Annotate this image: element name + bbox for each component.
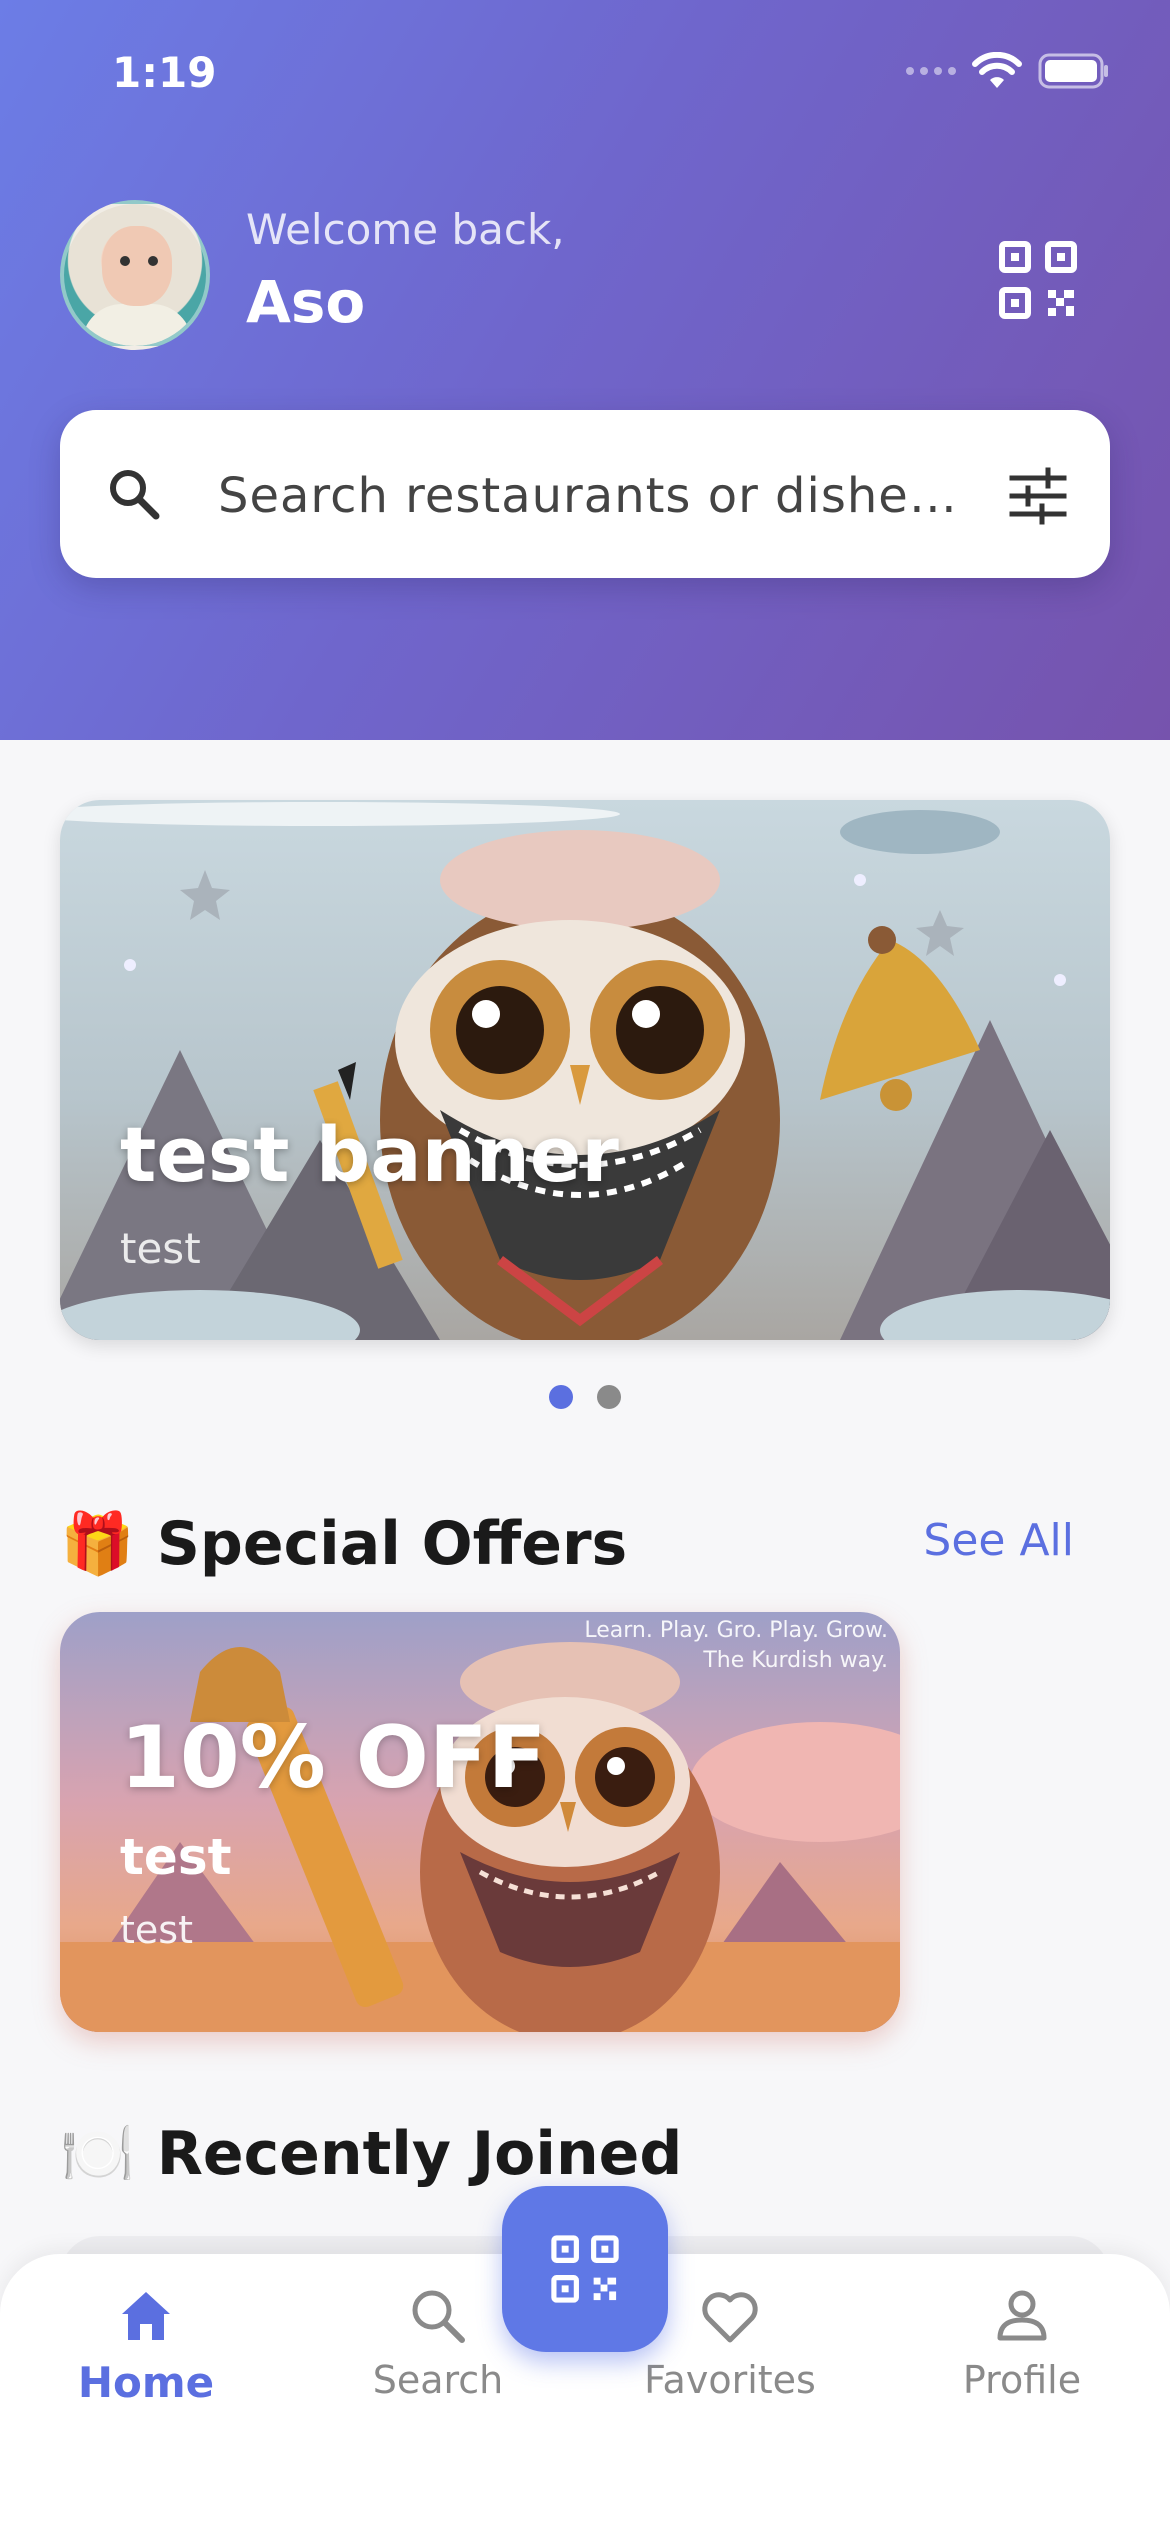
offer-discount: 10% OFF (120, 1708, 547, 1808)
signal-dots-icon (906, 67, 956, 75)
heart-icon (702, 2292, 758, 2343)
home-icon (122, 2292, 170, 2340)
offer-card[interactable]: Learn. Play. Gro. Play. Grow. The Kurdis… (60, 1612, 900, 2032)
banner-title: test banner (120, 1110, 619, 1199)
nav-favorites-label: Favorites (644, 2358, 816, 2402)
offer-title: test (120, 1828, 232, 1886)
status-icons (906, 52, 1110, 90)
see-all-link[interactable]: See All (923, 1515, 1074, 1566)
recently-joined-heading: 🍽️ Recently Joined (60, 2118, 683, 2190)
header: 1:19 Welcome back, Aso Search restaurant… (0, 0, 1170, 740)
carousel-dot[interactable] (597, 1385, 621, 1409)
qr-scan-icon[interactable] (994, 236, 1082, 324)
wifi-icon (972, 52, 1022, 88)
gift-icon: 🎁 (60, 1509, 135, 1579)
promo-banner[interactable]: test banner test (60, 800, 1110, 1340)
nav-profile[interactable]: Profile (922, 2254, 1122, 2402)
nav-home-label: Home (77, 2358, 215, 2407)
search-icon (412, 2290, 465, 2343)
scan-qr-button[interactable] (502, 2186, 668, 2352)
offer-tagline: Learn. Play. Gro. Play. Grow. The Kurdis… (584, 1618, 888, 1673)
status-time: 1:19 (112, 48, 217, 97)
avatar[interactable] (60, 200, 210, 350)
carousel-dot-active[interactable] (549, 1385, 573, 1409)
banner-subtitle: test (120, 1224, 201, 1273)
banner-illustration (60, 802, 1110, 1340)
carousel-indicator (0, 1385, 1170, 1409)
filter-icon[interactable] (1006, 464, 1070, 528)
nav-search-label: Search (372, 2358, 504, 2402)
search-bar[interactable]: Search restaurants or dishe… (60, 410, 1110, 578)
welcome-text: Welcome back, (246, 205, 565, 254)
person-icon (997, 2290, 1047, 2341)
plate-icon: 🍽️ (60, 2119, 135, 2189)
nav-profile-label: Profile (962, 2358, 1082, 2402)
username: Aso (246, 268, 366, 336)
offer-subtitle: test (120, 1908, 193, 1952)
special-offers-heading: 🎁 Special Offers (60, 1508, 628, 1580)
search-icon (110, 470, 160, 520)
nav-home[interactable]: Home (46, 2254, 246, 2407)
recently-joined-title: Recently Joined (156, 2118, 683, 2189)
special-offers-title: Special Offers (156, 1508, 628, 1579)
qr-scan-icon (551, 2235, 619, 2303)
battery-icon (1038, 53, 1108, 89)
search-input[interactable]: Search restaurants or dishe… (218, 468, 958, 524)
